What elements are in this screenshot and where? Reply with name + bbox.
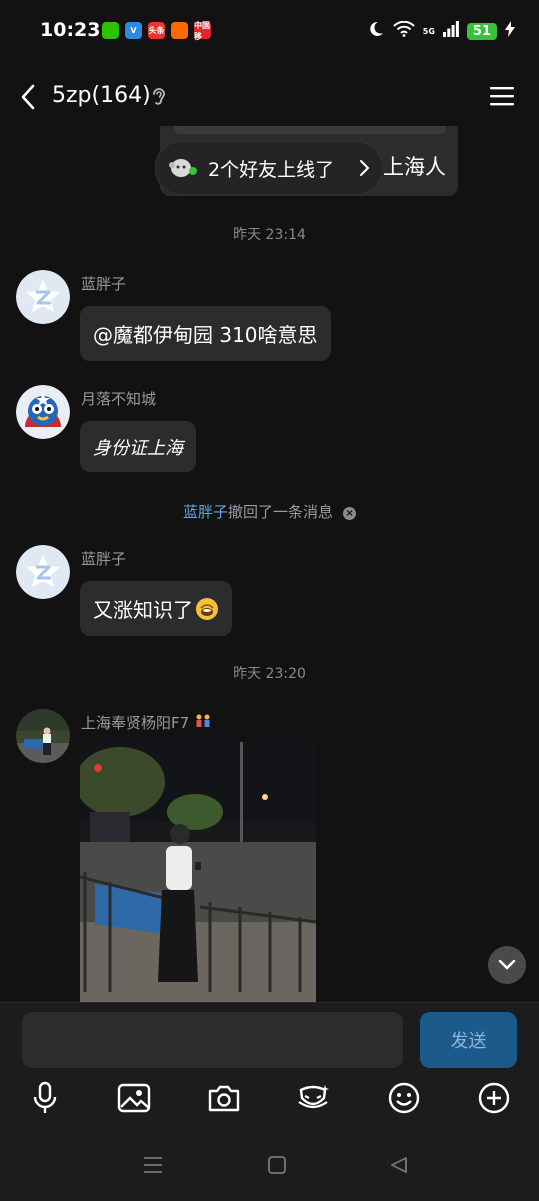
sticker-icon: [295, 1082, 331, 1118]
close-icon[interactable]: ×: [343, 507, 357, 520]
camera-icon: [207, 1083, 241, 1117]
menu-icon[interactable]: [489, 85, 515, 111]
back-arrow-icon[interactable]: [18, 82, 38, 116]
message-text: 身份证上海: [93, 437, 183, 459]
scroll-to-bottom-button[interactable]: [488, 946, 526, 984]
sender-name: 上海奉贤杨阳F7: [81, 712, 212, 734]
voice-button[interactable]: [23, 1081, 67, 1119]
photo-message[interactable]: [80, 742, 316, 1002]
toutiao-icon: 头条: [148, 22, 165, 39]
message-bubble[interactable]: 身份证上海: [80, 421, 196, 472]
sender-name: 月落不知城: [81, 390, 157, 408]
recall-notice: 蓝胖子撤回了一条消息 ×: [0, 501, 539, 522]
battery-level: 51: [466, 22, 497, 40]
notification-icons: V 头条 中国移: [102, 20, 211, 41]
system-nav-bar: [0, 1140, 539, 1200]
chevron-right-icon: [358, 159, 370, 181]
avatar[interactable]: [16, 270, 70, 324]
message-bubble[interactable]: @魔都伊甸园 310啥意思: [80, 306, 331, 361]
timestamp: 昨天 23:14: [233, 227, 306, 243]
image-icon: [117, 1083, 151, 1117]
message-text: 又涨知识了: [93, 598, 193, 622]
moon-icon: [367, 20, 385, 42]
emoji-icon: [195, 597, 219, 621]
chevron-down-icon: [498, 956, 516, 975]
sticker-button[interactable]: [291, 1081, 335, 1119]
online-status-icon: [168, 156, 198, 178]
avatar[interactable]: [16, 385, 70, 439]
chat-header: 5zp(164): [0, 70, 539, 126]
sender-name: 蓝胖子: [81, 275, 127, 293]
quoted-content: [174, 126, 446, 134]
online-banner-text: 2个好友上线了: [208, 159, 335, 181]
status-indicators: 5G 51: [367, 20, 515, 42]
wechat-icon: [102, 22, 119, 39]
send-button[interactable]: 发送: [420, 1012, 517, 1068]
message-input[interactable]: [22, 1012, 403, 1068]
message-text: 上海人: [383, 155, 446, 179]
status-time: 10:23: [40, 19, 101, 41]
message-bubble[interactable]: 又涨知识了: [80, 581, 232, 636]
timestamp: 昨天 23:20: [233, 666, 306, 682]
message-list[interactable]: 上海人 2个好友上线了 昨天 23:14 蓝胖子 @魔都伊甸园 310啥意思 月…: [0, 126, 539, 1002]
home-icon: [267, 1155, 287, 1179]
sender-name-text: 上海奉贤杨阳F7: [81, 714, 190, 732]
wifi-icon: [393, 20, 415, 41]
recall-text: 撤回了一条消息: [228, 503, 334, 521]
back-button[interactable]: [386, 1154, 412, 1180]
group-title[interactable]: 5zp(164): [52, 83, 151, 108]
couple-icon: [194, 714, 212, 734]
signal-icon: [442, 21, 459, 41]
emoji-button[interactable]: [382, 1081, 426, 1119]
smiley-icon: [388, 1082, 420, 1118]
recall-sender-link[interactable]: 蓝胖子: [183, 503, 228, 521]
home-button[interactable]: [264, 1154, 290, 1180]
friends-online-banner[interactable]: 2个好友上线了: [155, 141, 383, 195]
charging-icon: [505, 21, 515, 41]
vpn-icon: V: [125, 22, 142, 39]
camera-button[interactable]: [202, 1081, 246, 1119]
network-type: 5G: [422, 26, 435, 36]
more-button[interactable]: [472, 1081, 516, 1119]
plus-icon: [478, 1082, 510, 1118]
message-text: @魔都伊甸园 310啥意思: [93, 323, 318, 347]
status-bar: 10:23 V 头条 中国移 5G 51: [0, 0, 539, 62]
taobao-icon: [171, 22, 188, 39]
recents-icon: [143, 1156, 163, 1178]
sender-name: 蓝胖子: [81, 550, 127, 568]
avatar[interactable]: [16, 545, 70, 599]
microphone-icon: [31, 1081, 59, 1119]
avatar[interactable]: [16, 709, 70, 763]
ear-icon[interactable]: [150, 85, 168, 113]
gallery-button[interactable]: [112, 1081, 156, 1119]
jd-icon: 中国移: [194, 20, 211, 41]
back-triangle-icon: [389, 1155, 409, 1179]
recents-button[interactable]: [140, 1154, 166, 1180]
